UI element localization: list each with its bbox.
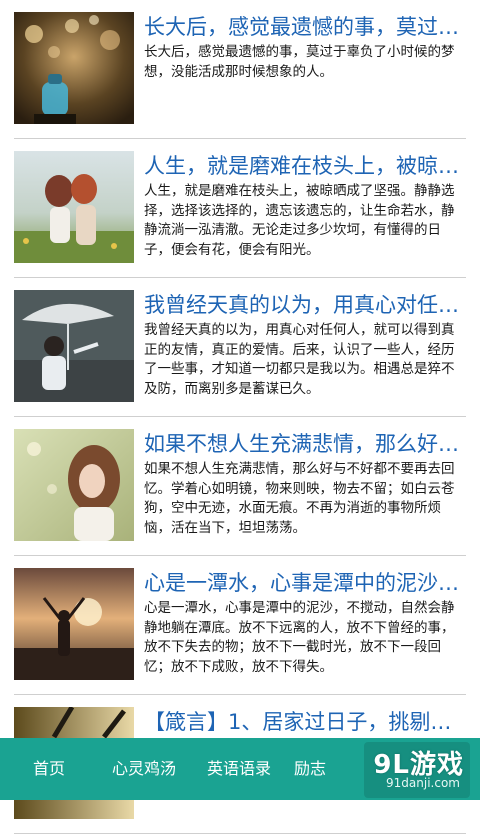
list-item[interactable]: 长大后，感觉最遗憾的事，莫过于辜负了小时候的梦想，没能活成那时候想象的人。 长大… (14, 0, 466, 139)
article-excerpt: 如果不想人生充满悲情，那么好与不好都不要再去回忆。学着心如明镜，物来则映，物去不… (144, 461, 455, 536)
tab-chicken-soup[interactable]: 心灵鸡汤 (98, 738, 190, 800)
article-excerpt: 人生，就是磨难在枝头上，被晾晒成了坚强。静静选择，选择该选择的，遗忘该遗忘的，让… (144, 183, 455, 258)
article-excerpt: 我曾经天真的以为，用真心对任何人，就可以得到真正的友情，真正的爱情。后来，认识了… (144, 322, 455, 397)
list-item[interactable]: 如果不想人生充满悲情，那么好与不好都不要再去回忆。 如果不想人生充满悲情，那么好… (14, 417, 466, 556)
tab-english-quotes[interactable]: 英语语录 (190, 738, 288, 800)
list-item[interactable]: 我曾经天真的以为，用真心对任何人，就可以得到真正的友情。 我曾经天真的以为，用真… (14, 278, 466, 417)
article-thumbnail[interactable] (14, 151, 134, 263)
list-item[interactable]: 人生，就是磨难在枝头上，被晾晒成了坚强。 人生，就是磨难在枝头上，被晾晒成了坚强… (14, 139, 466, 278)
article-title[interactable]: 人生，就是磨难在枝头上，被晾晒成了坚强。 (144, 149, 464, 183)
tab-inspiration[interactable]: 励志 (288, 738, 350, 800)
tab-home[interactable]: 首页 (0, 738, 98, 800)
watermark-site: 91danji.com (386, 776, 460, 790)
article-title[interactable]: 如果不想人生充满悲情，那么好与不好都不要再去回忆。 (144, 427, 464, 461)
article-title[interactable]: 【箴言】1、居家过日子，挑剔的眼光要少一些。 (144, 705, 464, 739)
article-thumbnail[interactable] (14, 290, 134, 402)
article-excerpt: 心是一潭水，心事是潭中的泥沙，不搅动，自然会静静地躺在潭底。放不下远离的人，放不… (144, 600, 455, 675)
site-watermark: 9L游戏 91danji.com (364, 742, 470, 798)
article-list: 长大后，感觉最遗憾的事，莫过于辜负了小时候的梦想，没能活成那时候想象的人。 长大… (0, 0, 480, 834)
article-title[interactable]: 长大后，感觉最遗憾的事，莫过于辜负了小时候的梦想，没能活成那时候想象的人。 (144, 10, 464, 44)
article-thumbnail[interactable] (14, 12, 134, 124)
article-title[interactable]: 我曾经天真的以为，用真心对任何人，就可以得到真正的友情。 (144, 288, 464, 322)
article-title[interactable]: 心是一潭水，心事是潭中的泥沙，不搅动，自然会静静地躺在潭底。 (144, 566, 464, 600)
article-thumbnail[interactable] (14, 429, 134, 541)
article-excerpt: 长大后，感觉最遗憾的事，莫过于辜负了小时候的梦想，没能活成那时候想象的人。 (144, 44, 455, 80)
article-thumbnail[interactable] (14, 568, 134, 680)
list-item[interactable]: 心是一潭水，心事是潭中的泥沙，不搅动，自然会静静地躺在潭底。 心是一潭水，心事是… (14, 556, 466, 695)
